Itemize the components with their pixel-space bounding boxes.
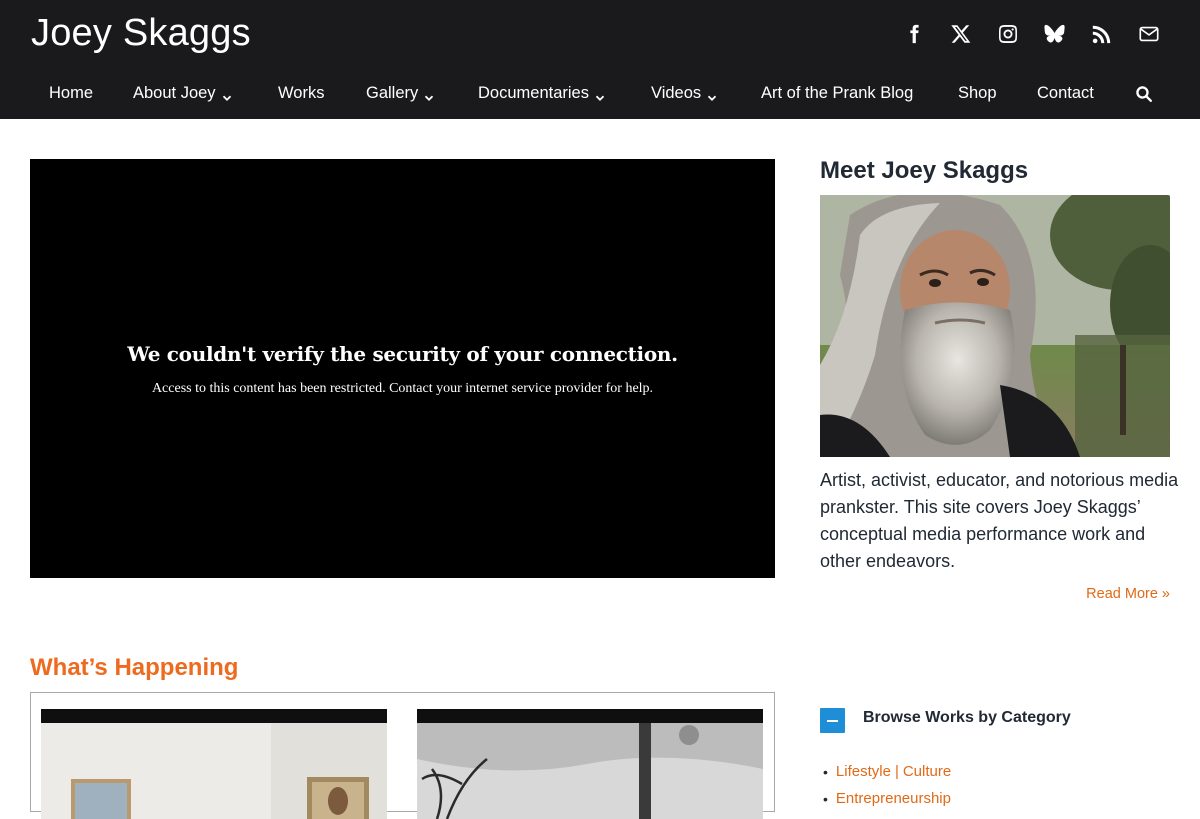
category-list: • Lifestyle | Culture • Entrepreneurship — [823, 758, 951, 812]
social-links — [890, 20, 1172, 48]
embedded-video[interactable]: We couldn't verify the security of your … — [30, 159, 775, 578]
list-item: • Lifestyle | Culture — [823, 758, 951, 785]
category-link[interactable]: Lifestyle — [836, 763, 891, 780]
happening-card-image[interactable] — [417, 709, 763, 819]
category-link[interactable]: Culture — [903, 763, 951, 780]
whats-happening-heading: What’s Happening — [30, 654, 239, 681]
nav-item-videos[interactable]: Videos — [651, 84, 717, 103]
chevron-down-icon — [707, 89, 717, 101]
read-more-link[interactable]: Read More » — [1086, 586, 1170, 602]
search-icon[interactable] — [1135, 85, 1153, 103]
nav-item-works[interactable]: Works — [278, 84, 324, 103]
chevron-down-icon — [222, 89, 232, 101]
video-error-message: Access to this content has been restrict… — [151, 381, 654, 396]
browse-works-heading: Browse Works by Category — [863, 709, 1071, 726]
bullet-icon: • — [823, 763, 828, 780]
bluesky-icon[interactable] — [1031, 20, 1078, 48]
site-title[interactable]: Joey Skaggs — [31, 12, 251, 55]
nav-item-shop[interactable]: Shop — [958, 84, 997, 103]
happening-cards — [30, 692, 775, 819]
chevron-down-icon — [595, 89, 605, 101]
bullet-icon: • — [823, 790, 828, 807]
chevron-down-icon — [424, 89, 434, 101]
nav-item-art-of-the-prank-blog[interactable]: Art of the Prank Blog — [761, 84, 913, 103]
happening-card-image[interactable] — [41, 709, 387, 819]
bio-text: Artist, activist, educator, and notoriou… — [820, 470, 1179, 571]
rss-icon[interactable] — [1078, 20, 1125, 48]
meet-joey-heading: Meet Joey Skaggs — [820, 157, 1029, 184]
facebook-icon[interactable] — [890, 20, 937, 48]
collapse-toggle-button[interactable] — [820, 708, 845, 733]
nav-item-gallery[interactable]: Gallery — [366, 84, 434, 103]
nav-item-documentaries[interactable]: Documentaries — [478, 84, 605, 103]
separator: | — [894, 763, 899, 780]
nav-item-contact[interactable]: Contact — [1037, 84, 1094, 103]
nav-item-home[interactable]: Home — [49, 84, 93, 103]
mail-icon[interactable] — [1125, 20, 1172, 48]
nav-item-about-joey[interactable]: About Joey — [133, 84, 232, 103]
category-link[interactable]: Entrepreneurship — [836, 790, 951, 807]
joey-portrait-image[interactable] — [820, 195, 1170, 457]
instagram-icon[interactable] — [984, 20, 1031, 48]
list-item: • Entrepreneurship — [823, 785, 951, 812]
x-icon[interactable] — [937, 20, 984, 48]
main-nav: Home About Joey Works Gallery Documentar… — [0, 70, 1200, 119]
video-error-title: We couldn't verify the security of your … — [127, 342, 678, 366]
site-header: Joey Skaggs Home About Joey Works Galler… — [0, 0, 1200, 119]
